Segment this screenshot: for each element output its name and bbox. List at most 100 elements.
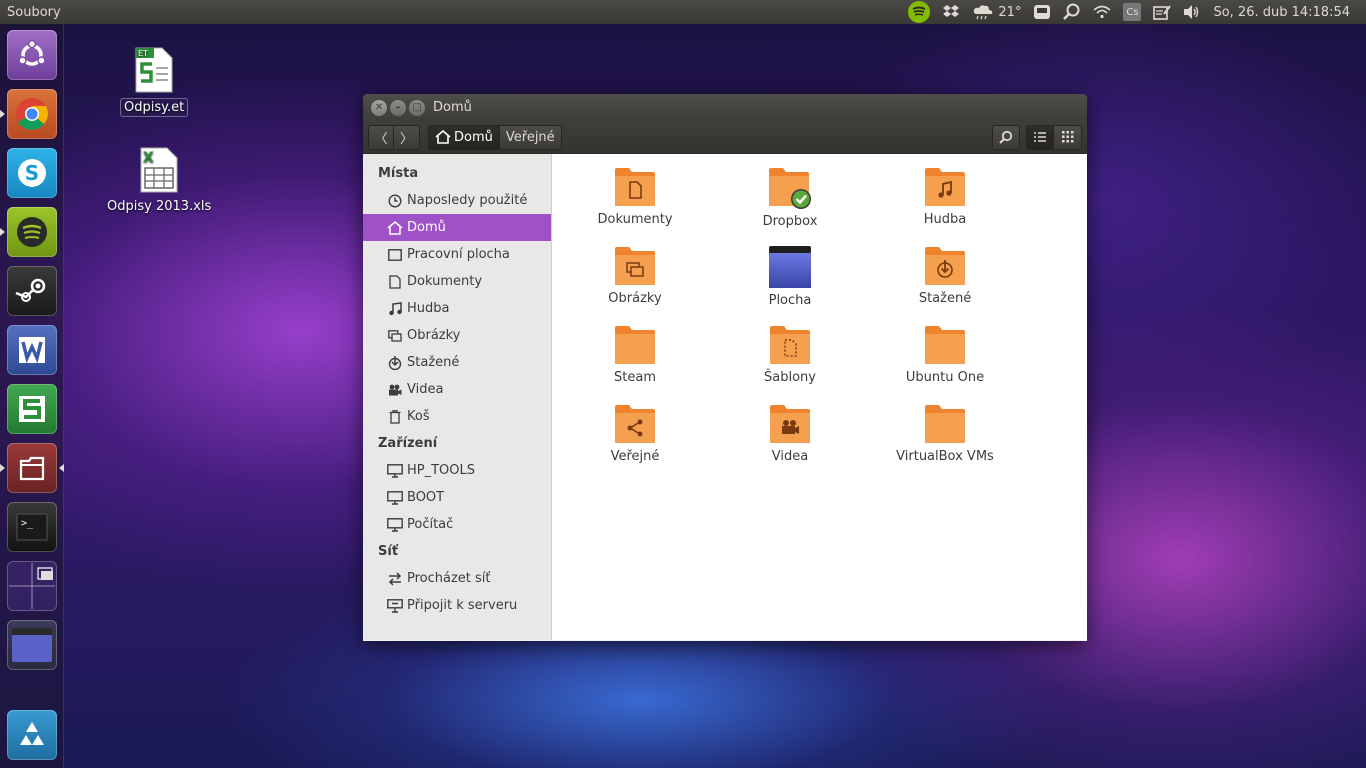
launcher-writer-button[interactable] xyxy=(7,325,57,375)
launcher-steam-button[interactable] xyxy=(7,266,57,316)
sidebar-item-recent[interactable]: Naposledy použité xyxy=(363,187,551,214)
trash-icon xyxy=(387,409,403,425)
close-button[interactable]: ✕ xyxy=(371,99,387,116)
sidebar-item-hp-tools[interactable]: HP_TOOLS xyxy=(363,457,551,484)
spotify-indicator[interactable] xyxy=(902,0,936,24)
sidebar-item-pictures[interactable]: Obrázky xyxy=(363,322,551,349)
folder-dokumenty[interactable]: Dokumenty xyxy=(565,166,705,227)
svg-text:X: X xyxy=(143,150,154,166)
wifi-indicator[interactable] xyxy=(1087,0,1117,24)
desktop-file-odpisy-2013-xls[interactable]: X Odpisy 2013.xls xyxy=(104,146,214,215)
breadcrumb-verejne[interactable]: Veřejné xyxy=(499,124,562,150)
folder-plocha[interactable]: Plocha xyxy=(720,245,860,308)
pictures-icon xyxy=(387,328,403,344)
sidebar-item-documents[interactable]: Dokumenty xyxy=(363,268,551,295)
desktop-file-odpisy-et[interactable]: ET Odpisy.et xyxy=(120,46,189,117)
launcher-workspace-switcher-button[interactable] xyxy=(7,561,57,611)
window-titlebar[interactable]: ✕ – □ Domů xyxy=(363,94,1087,121)
terminal-icon: >_ xyxy=(16,513,48,541)
launcher-skype-button[interactable]: S xyxy=(7,148,57,198)
sidebar-item-computer[interactable]: Počítač xyxy=(363,511,551,538)
computer-icon xyxy=(387,517,403,533)
input-indicator[interactable] xyxy=(1027,0,1057,24)
minimize-button[interactable]: – xyxy=(390,99,406,116)
sidebar-item-label: Hudba xyxy=(407,301,450,316)
back-button[interactable]: 〈 xyxy=(368,124,394,150)
sidebar-item-desktop[interactable]: Pracovní plocha xyxy=(363,241,551,268)
folder-stazene[interactable]: Stažené xyxy=(875,245,1015,306)
search-button[interactable] xyxy=(992,124,1020,150)
sidebar-item-boot[interactable]: BOOT xyxy=(363,484,551,511)
drive-icon xyxy=(387,463,403,479)
window-title: Domů xyxy=(433,100,472,115)
sidebar-item-music[interactable]: Hudba xyxy=(363,295,551,322)
recycle-icon xyxy=(20,722,44,745)
launcher-files-button[interactable] xyxy=(7,443,57,493)
folder-verejne[interactable]: Veřejné xyxy=(565,403,705,464)
weather-temp: 21° xyxy=(998,4,1022,20)
launcher-trash-button[interactable] xyxy=(7,710,57,760)
folder-videa[interactable]: Videa xyxy=(720,403,860,464)
maximize-button[interactable]: □ xyxy=(409,99,425,116)
dropbox-indicator[interactable] xyxy=(936,0,966,24)
desktop-file-label: Odpisy.et xyxy=(120,98,189,117)
clock[interactable]: So, 26. dub 14:18:54 xyxy=(1207,0,1356,24)
search-indicator[interactable] xyxy=(1057,0,1087,24)
folder-steam[interactable]: Steam xyxy=(565,324,705,385)
grid-view-button[interactable] xyxy=(1054,124,1082,150)
folder-virtualbox-vms[interactable]: VirtualBox VMs xyxy=(875,403,1015,464)
breadcrumb-home[interactable]: Domů xyxy=(428,124,500,150)
launcher-spotify-button[interactable] xyxy=(7,207,57,257)
sound-indicator[interactable] xyxy=(1177,0,1207,24)
home-icon xyxy=(435,130,451,144)
sidebar-item-trash[interactable]: Koš xyxy=(363,403,551,430)
breadcrumb-next-label: Veřejné xyxy=(505,129,555,145)
svg-text:>_: >_ xyxy=(21,518,34,529)
folder-icon xyxy=(615,326,655,364)
sidebar-item-downloads[interactable]: Stažené xyxy=(363,349,551,376)
launcher-chrome-button[interactable] xyxy=(7,89,57,139)
list-view-button[interactable] xyxy=(1026,124,1054,150)
sidebar-item-label: Počítač xyxy=(407,517,454,532)
folder-ubuntu-one[interactable]: Ubuntu One xyxy=(875,324,1015,385)
folder-icon xyxy=(925,405,965,443)
sidebar: Místa Naposledy použité Domů Pracovní pl… xyxy=(363,154,552,640)
workspace-grid-icon xyxy=(9,563,55,609)
sidebar-item-home[interactable]: Domů xyxy=(363,214,551,241)
folder-hudba[interactable]: Hudba xyxy=(875,166,1015,227)
sidebar-item-label: Procházet síť xyxy=(407,571,491,586)
search-icon xyxy=(999,130,1013,144)
sidebar-item-browse-network[interactable]: Procházet síť xyxy=(363,565,551,592)
steam-icon xyxy=(15,278,46,302)
launcher-dash-button[interactable] xyxy=(7,30,57,80)
network-icon xyxy=(387,571,403,587)
spotify-icon xyxy=(908,1,931,23)
folder-label: Dropbox xyxy=(762,214,818,229)
sidebar-item-videos[interactable]: Videa xyxy=(363,376,551,403)
keyboard-layout-indicator[interactable]: Cs xyxy=(1117,0,1147,24)
folder-share-icon xyxy=(615,405,655,443)
running-indicator xyxy=(0,228,5,236)
sidebar-item-connect-server[interactable]: Připojit k serveru xyxy=(363,592,551,619)
music-icon xyxy=(387,301,403,317)
sidebar-item-label: Stažené xyxy=(407,355,460,370)
skype-icon: S xyxy=(18,159,46,187)
file-cabinet-icon xyxy=(19,456,45,481)
launcher-show-desktop-button[interactable] xyxy=(7,620,57,670)
sidebar-heading-places: Místa xyxy=(378,166,419,181)
close-icon: ✕ xyxy=(374,102,384,113)
folder-dropbox[interactable]: Dropbox xyxy=(720,166,860,229)
weather-indicator[interactable]: 21° xyxy=(966,0,1027,24)
launcher-spreadsheets-button[interactable] xyxy=(7,384,57,434)
document-icon xyxy=(387,274,403,290)
wps-spreadsheet-file-icon: ET xyxy=(135,47,173,93)
folder-sablony[interactable]: Šablony xyxy=(720,324,860,385)
running-indicator xyxy=(0,110,5,118)
forward-button[interactable]: 〉 xyxy=(394,124,420,150)
sidebar-item-label: BOOT xyxy=(407,490,445,505)
launcher-terminal-button[interactable]: >_ xyxy=(7,502,57,552)
messaging-indicator[interactable] xyxy=(1147,0,1177,24)
spotify-icon xyxy=(17,217,47,247)
folder-obrazky[interactable]: Obrázky xyxy=(565,245,705,306)
minimize-icon: – xyxy=(395,102,401,113)
